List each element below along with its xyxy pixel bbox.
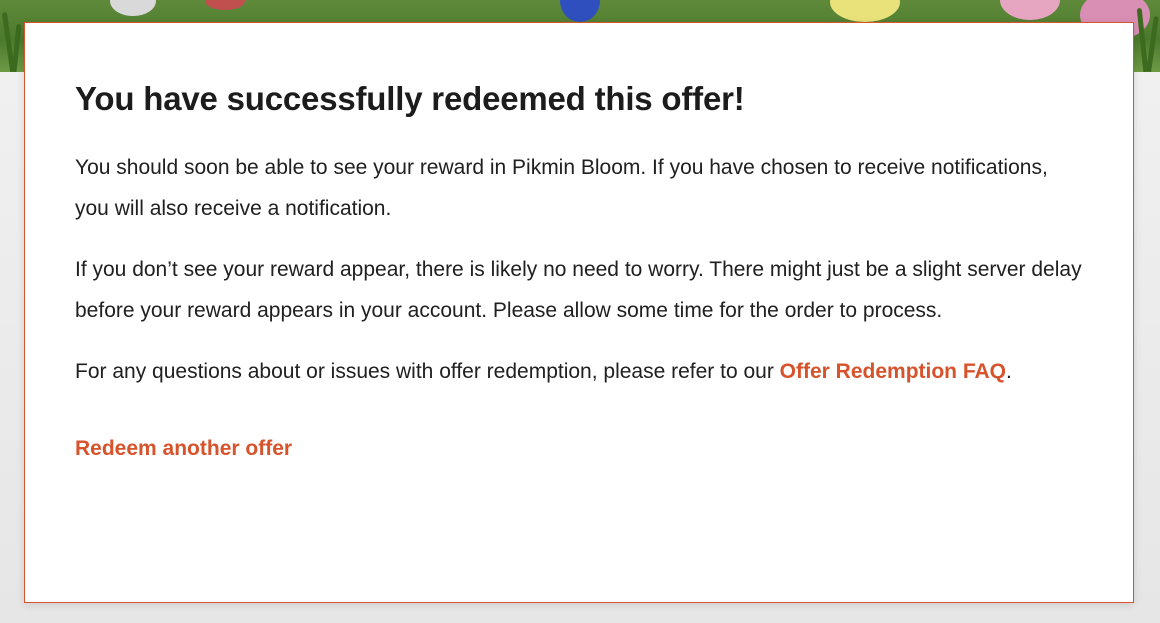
grass-blade	[1146, 15, 1159, 72]
page-title: You have successfully redeemed this offe…	[75, 80, 745, 117]
flower-petal	[110, 0, 156, 16]
reward-info-paragraph: You should soon be able to see your rewa…	[75, 156, 1048, 220]
flower-petal	[1000, 0, 1060, 20]
faq-paragraph: For any questions about or issues with o…	[75, 351, 1083, 392]
page: You have successfully redeemed this offe…	[0, 0, 1160, 623]
faq-paragraph-period: .	[1006, 360, 1012, 383]
redeem-another-offer-link[interactable]: Redeem another offer	[75, 434, 292, 464]
grass-blade	[11, 23, 22, 72]
confirmation-card: You have successfully redeemed this offe…	[24, 22, 1134, 603]
flower-petal	[205, 0, 245, 10]
faq-paragraph-text: For any questions about or issues with o…	[75, 360, 780, 383]
offer-redemption-faq-link[interactable]: Offer Redemption FAQ	[780, 360, 1006, 383]
delay-info-paragraph: If you don’t see your reward appear, the…	[75, 258, 1082, 322]
flower-petal	[830, 0, 900, 22]
flower-petal	[560, 0, 600, 22]
